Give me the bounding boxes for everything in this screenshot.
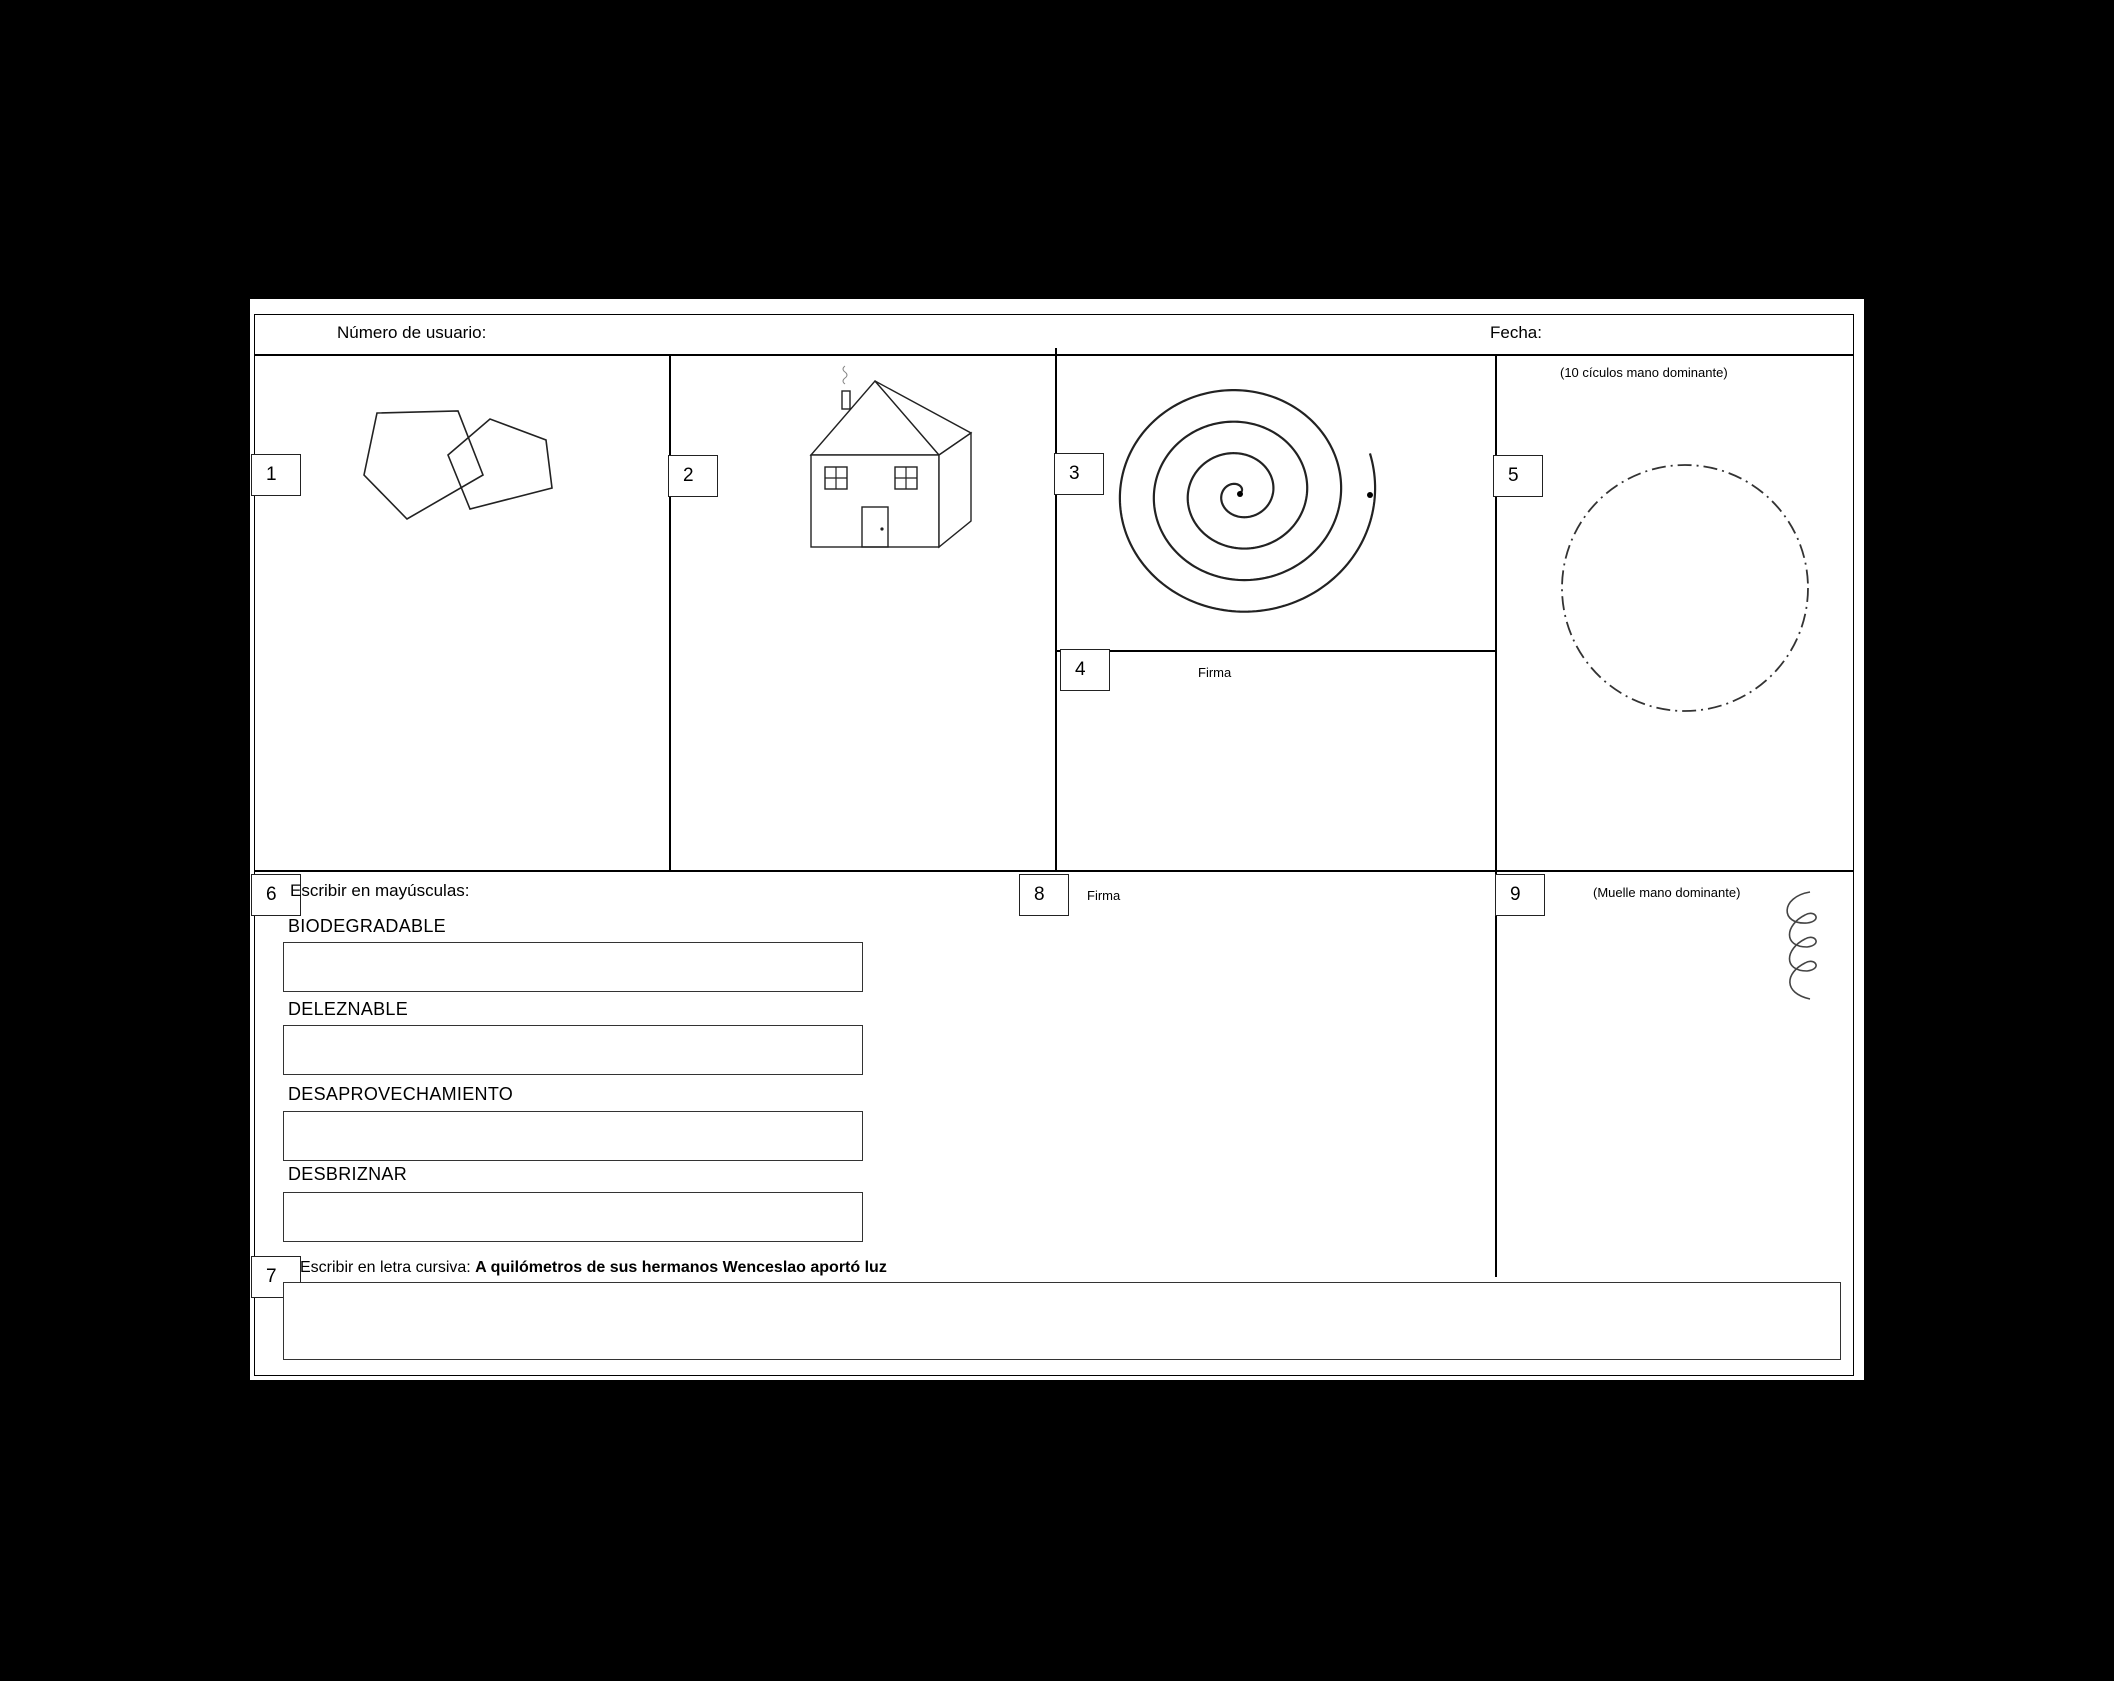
task-9-number: 9 — [1495, 874, 1545, 916]
task-7-sentence: A quilómetros de sus hermanos Wenceslao … — [475, 1259, 887, 1276]
task-8-number: 8 — [1019, 874, 1069, 916]
answer-box-desbriznar[interactable] — [283, 1192, 863, 1242]
task-5-instruction: (10 cículos mano dominante) — [1560, 365, 1728, 380]
task-4-number: 4 — [1060, 649, 1110, 691]
task-7-instruction-line: Escribir en letra cursiva: A quilómetros… — [300, 1259, 887, 1277]
date-label: Fecha: — [1490, 323, 1542, 342]
section-divider — [254, 870, 1854, 872]
answer-box-deleznable[interactable] — [283, 1025, 863, 1075]
spiral-signature-divider — [1055, 650, 1496, 652]
col-divider-2 — [1055, 348, 1057, 871]
task-4-signature-label: Firma — [1198, 665, 1232, 680]
answer-box-cursive[interactable] — [283, 1282, 1841, 1360]
task-9-instruction: (Muelle mano dominante) — [1593, 885, 1741, 900]
task-8-signature-label: Firma — [1087, 888, 1121, 903]
answer-box-biodegradable[interactable] — [283, 942, 863, 992]
word-desbriznar: DESBRIZNAR — [288, 1164, 408, 1184]
spiral-end-dot — [1367, 492, 1373, 498]
user-number-label: Número de usuario: — [337, 323, 487, 342]
spiral-icon — [1118, 389, 1377, 613]
spring-coil-icon — [1786, 891, 1817, 1000]
assessment-sheet: Número de usuario: Fecha: 1 2 3 4 Firma … — [250, 299, 1864, 1380]
answer-box-desaprovechamiento[interactable] — [283, 1111, 863, 1161]
overlapping-pentagons-icon — [363, 410, 553, 521]
task-7-instruction: Escribir en letra cursiva: — [300, 1259, 471, 1276]
house-icon — [809, 365, 973, 549]
task-2-number: 2 — [668, 455, 718, 497]
word-deleznable: DELEZNABLE — [288, 999, 409, 1019]
col-divider-1 — [669, 354, 671, 871]
word-biodegradable: BIODEGRADABLE — [288, 916, 446, 936]
task-1-number: 1 — [251, 454, 301, 496]
task-3-number: 3 — [1054, 453, 1104, 495]
task-5-number: 5 — [1493, 455, 1543, 497]
spiral-start-dot — [1237, 491, 1243, 497]
word-desaprovechamiento: DESAPROVECHAMIENTO — [288, 1084, 514, 1104]
dashed-circle-icon — [1561, 464, 1809, 712]
task-6-instruction: Escribir en mayúsculas: — [290, 881, 470, 900]
header-divider — [254, 354, 1854, 356]
spiral-path — [1118, 389, 1377, 613]
